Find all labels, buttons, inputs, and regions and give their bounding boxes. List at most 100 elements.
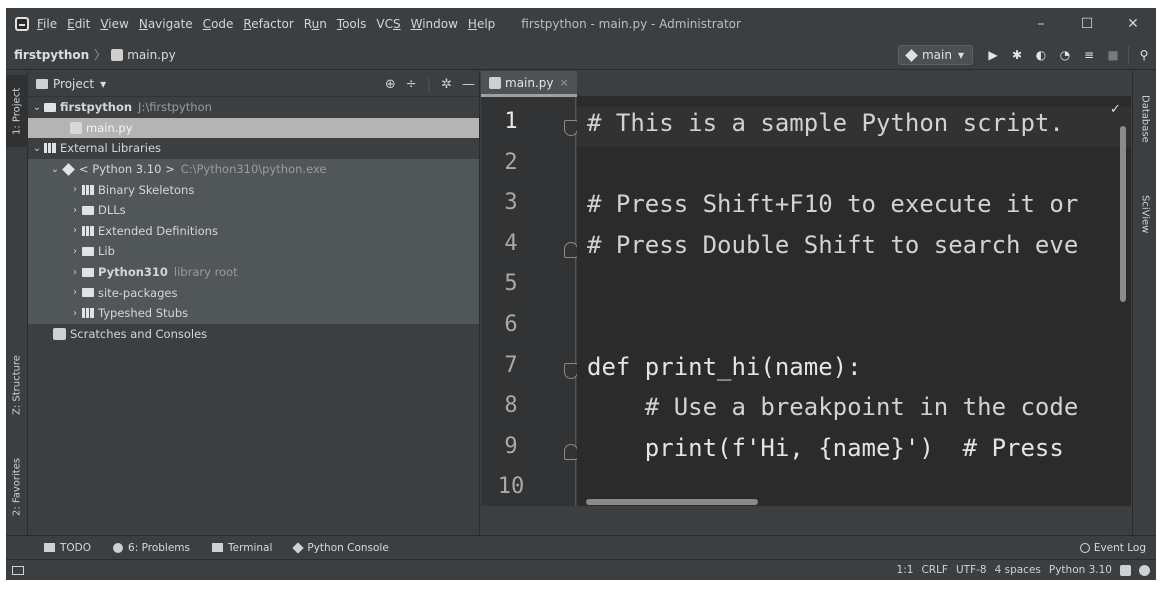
tree-item-extended-definitions[interactable]: › Extended Definitions	[28, 220, 479, 242]
expand-arrow-icon[interactable]: ›	[68, 246, 82, 257]
line-number[interactable]: 6	[481, 312, 541, 337]
tree-item-typeshed-stubs[interactable]: › Typeshed Stubs	[28, 302, 479, 324]
vertical-scrollbar[interactable]	[1120, 126, 1126, 302]
line-separator[interactable]: CRLF	[921, 564, 948, 576]
editor-gutter[interactable]: 1 2 3 4 5 6 7 8 9 10	[481, 97, 578, 506]
terminal-icon	[212, 543, 223, 552]
tool-window-toggle-icon[interactable]	[12, 565, 24, 575]
tree-item-lib[interactable]: › Lib	[28, 241, 479, 262]
run-configuration-select[interactable]: main ▾	[897, 45, 973, 65]
tree-item-site-packages[interactable]: › site-packages	[28, 282, 479, 303]
collapse-all-icon[interactable]: ÷	[406, 77, 417, 92]
tab-main-py[interactable]: main.py ×	[481, 71, 577, 97]
expand-arrow-icon[interactable]: ›	[68, 225, 82, 236]
expand-arrow-icon[interactable]: ›	[68, 267, 82, 278]
expand-arrow-icon[interactable]: ⌄	[48, 164, 62, 175]
menu-item-window[interactable]: Window	[411, 17, 458, 31]
tool-button-6-problems[interactable]: 6: Problems	[113, 542, 190, 554]
menu-item-run[interactable]: Run	[304, 17, 327, 31]
hide-panel-icon[interactable]: —	[462, 77, 475, 92]
expand-arrow-icon[interactable]: ›	[68, 205, 82, 216]
menu-item-help[interactable]: Help	[468, 17, 495, 31]
fold-marker-icon[interactable]	[564, 120, 578, 136]
lock-icon[interactable]	[1120, 564, 1131, 576]
line-number[interactable]: 7	[481, 353, 541, 378]
tab-project[interactable]: 1: Project	[6, 75, 28, 147]
line-number[interactable]: 5	[481, 271, 541, 296]
line-number[interactable]: 2	[481, 150, 541, 175]
expand-arrow-icon[interactable]: ⌄	[30, 102, 44, 113]
tool-button-python-console[interactable]: Python Console	[292, 542, 389, 554]
menu-item-view[interactable]: View	[100, 17, 128, 31]
menu-item-refactor[interactable]: Refactor	[243, 17, 293, 31]
event-log-button[interactable]: Event Log	[1079, 542, 1146, 554]
tree-item-dlls[interactable]: › DLLs	[28, 199, 479, 221]
code-editor[interactable]: # This is a sample Python script. # Press…	[577, 97, 1131, 506]
tree-item-main-py[interactable]: main.py	[28, 117, 479, 139]
expand-arrow-icon[interactable]: ⌄	[30, 143, 44, 154]
line-number[interactable]: 4	[481, 231, 541, 256]
expand-arrow-icon[interactable]: ›	[68, 308, 82, 319]
inspector-icon[interactable]	[1139, 564, 1150, 576]
fold-marker-icon[interactable]	[564, 444, 578, 460]
profile-icon[interactable]: ◔	[1053, 43, 1077, 67]
python-config-icon	[905, 48, 918, 62]
tab-sciview[interactable]: SciView	[1133, 179, 1156, 249]
debug-icon[interactable]: ✱	[1005, 43, 1029, 67]
expand-arrow-icon[interactable]: ›	[68, 184, 82, 195]
tree-item-external-libraries[interactable]: ⌄ External Libraries	[28, 138, 479, 159]
tree-item-scratches[interactable]: Scratches and Consoles	[28, 324, 479, 345]
line-number[interactable]: 3	[481, 190, 541, 215]
concurrency-icon[interactable]: ≡	[1077, 43, 1101, 67]
fold-marker-icon[interactable]	[564, 363, 578, 379]
folder-icon	[82, 288, 94, 298]
run-configuration-label: main	[921, 48, 952, 62]
tree-item-binary-skeletons[interactable]: › Binary Skeletons	[28, 179, 479, 200]
line-number[interactable]: 9	[481, 434, 541, 459]
tab-structure[interactable]: Z: Structure	[6, 347, 28, 423]
chevron-down-icon[interactable]: ▾	[100, 77, 106, 91]
menu-item-code[interactable]: Code	[203, 17, 234, 31]
project-panel-title[interactable]: Project	[53, 77, 94, 91]
locate-file-icon[interactable]: ⊕	[385, 77, 396, 92]
breadcrumb-project[interactable]: firstpython	[14, 48, 89, 62]
file-encoding[interactable]: UTF-8	[956, 564, 987, 576]
expand-arrow-icon[interactable]: ›	[68, 287, 82, 298]
line-number[interactable]: 1	[481, 109, 541, 134]
tool-button-terminal[interactable]: Terminal	[212, 542, 272, 554]
close-button[interactable]: ✕	[1110, 8, 1156, 40]
caret-position[interactable]: 1:1	[897, 564, 914, 576]
horizontal-scrollbar[interactable]	[586, 499, 758, 505]
tree-item-label: main.py	[86, 120, 133, 135]
tree-item-python-sdk[interactable]: ⌄ < Python 3.10 > C:\Python310\python.ex…	[28, 158, 479, 180]
inspection-ok-icon[interactable]: ✓	[1110, 102, 1121, 117]
menu-item-navigate[interactable]: Navigate	[139, 17, 193, 31]
menu-item-vcs[interactable]: VCS	[376, 17, 400, 31]
menu-item-edit[interactable]: Edit	[67, 17, 90, 31]
stop-icon[interactable]: ■	[1101, 43, 1125, 67]
tool-button-todo[interactable]: TODO	[44, 542, 91, 554]
menu-item-tools[interactable]: Tools	[337, 17, 367, 31]
maximize-button[interactable]: ☐	[1064, 8, 1110, 40]
tree-item-label: site-packages	[98, 285, 178, 300]
run-icon[interactable]: ▶	[981, 43, 1005, 67]
breadcrumb-file[interactable]: main.py	[127, 48, 176, 62]
indent-setting[interactable]: 4 spaces	[995, 564, 1041, 576]
minimize-button[interactable]: –	[1018, 8, 1064, 40]
coverage-icon[interactable]: ◐	[1029, 43, 1053, 67]
todo-icon	[44, 543, 55, 552]
tab-project-label: 1: Project	[11, 87, 23, 135]
tab-database[interactable]: Database	[1133, 75, 1156, 163]
line-number[interactable]: 8	[481, 393, 541, 418]
tree-item-python310[interactable]: › Python310 library root	[28, 261, 479, 283]
gear-icon[interactable]: ✲	[441, 77, 452, 92]
search-icon[interactable]: ⚲	[1132, 43, 1156, 67]
python-interpreter[interactable]: Python 3.10	[1049, 564, 1112, 576]
menu-item-file[interactable]: File	[37, 17, 57, 31]
tree-item-project-root[interactable]: ⌄ firstpython J:\firstpython	[28, 97, 479, 118]
tab-favorites[interactable]: 2: Favorites	[6, 449, 28, 525]
line-number[interactable]: 10	[481, 474, 541, 499]
fold-marker-icon[interactable]	[564, 242, 578, 258]
folder-icon	[82, 205, 94, 215]
close-icon[interactable]: ×	[560, 76, 569, 89]
